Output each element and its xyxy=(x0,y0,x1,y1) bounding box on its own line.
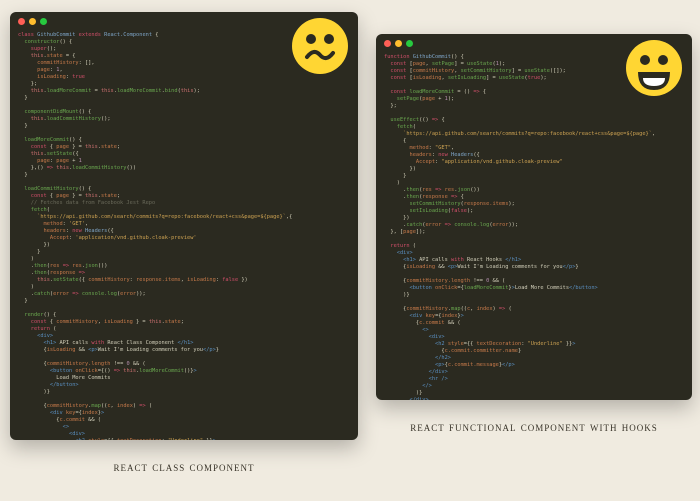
confused-face-icon xyxy=(292,18,348,74)
left-column: class GithubCommit extends React.Compone… xyxy=(10,12,358,489)
zoom-dot-icon xyxy=(406,40,413,47)
code-editor-left: class GithubCommit extends React.Compone… xyxy=(10,12,358,440)
close-dot-icon xyxy=(384,40,391,47)
close-dot-icon xyxy=(18,18,25,25)
zoom-dot-icon xyxy=(40,18,47,25)
window-dots xyxy=(18,18,47,25)
window-dots xyxy=(384,40,413,47)
minimize-dot-icon xyxy=(29,18,36,25)
minimize-dot-icon xyxy=(395,40,402,47)
caption-right: react functional component with hooks xyxy=(410,418,658,436)
code-content-left: class GithubCommit extends React.Compone… xyxy=(18,32,350,440)
happy-face-icon xyxy=(626,40,682,96)
code-editor-right: function GithubCommit() { const [page, s… xyxy=(376,34,692,400)
right-column: function GithubCommit() { const [page, s… xyxy=(376,12,692,489)
caption-left: react class component xyxy=(113,458,254,476)
code-content-right: function GithubCommit() { const [page, s… xyxy=(384,54,684,400)
